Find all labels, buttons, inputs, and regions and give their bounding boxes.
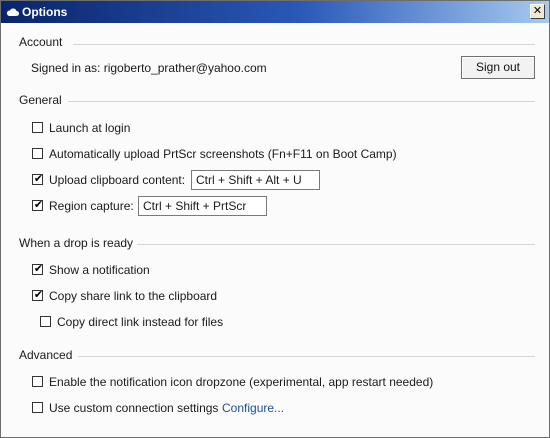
copy-share-link-checkbox[interactable]: ✔ <box>32 288 44 301</box>
region-capture-shortcut-field[interactable] <box>138 196 267 216</box>
notification-dropzone-checkbox[interactable] <box>32 376 43 387</box>
signed-in-label: Signed in as: rigoberto_prather@yahoo.co… <box>31 61 267 75</box>
copy-share-link-label[interactable]: Copy share link to the clipboard <box>49 289 217 303</box>
section-divider <box>73 44 535 45</box>
section-divider <box>137 244 535 245</box>
close-icon: ✕ <box>532 4 543 17</box>
custom-connection-checkbox[interactable] <box>32 402 43 413</box>
notification-dropzone-label[interactable]: Enable the notification icon dropzone (e… <box>49 375 433 389</box>
auto-upload-prtscr-label[interactable]: Automatically upload PrtScr screenshots … <box>49 147 397 161</box>
upload-clipboard-checkbox[interactable]: ✔ <box>32 172 44 185</box>
checkmark-icon: ✔ <box>33 288 44 301</box>
launch-at-login-checkbox[interactable] <box>32 122 43 133</box>
show-notification-label[interactable]: Show a notification <box>49 263 150 277</box>
sign-out-button[interactable]: Sign out <box>461 56 535 79</box>
upload-clipboard-shortcut-field[interactable] <box>191 170 320 190</box>
section-heading-advanced: Advanced <box>19 348 73 362</box>
window-title: Options <box>22 5 68 19</box>
checkmark-icon: ✔ <box>33 198 44 211</box>
checkmark-icon: ✔ <box>33 172 44 185</box>
launch-at-login-label[interactable]: Launch at login <box>49 121 130 135</box>
auto-upload-prtscr-checkbox[interactable] <box>32 148 43 159</box>
copy-direct-link-checkbox[interactable] <box>40 316 51 327</box>
section-heading-account: Account <box>19 35 63 49</box>
title-bar: Options ✕ <box>1 1 549 23</box>
checkmark-icon: ✔ <box>33 262 44 275</box>
region-capture-checkbox[interactable]: ✔ <box>32 198 44 211</box>
section-divider <box>78 356 535 357</box>
copy-direct-link-label[interactable]: Copy direct link instead for files <box>57 315 223 329</box>
section-heading-drop-ready: When a drop is ready <box>19 236 134 250</box>
configure-link[interactable]: Configure... <box>222 401 284 415</box>
cloud-icon <box>6 8 19 16</box>
region-capture-label[interactable]: Region capture: <box>49 199 134 213</box>
show-notification-checkbox[interactable]: ✔ <box>32 262 44 275</box>
custom-connection-label[interactable]: Use custom connection settings <box>49 401 218 415</box>
upload-clipboard-label[interactable]: Upload clipboard content: <box>49 173 185 187</box>
options-window: Options ✕ Account Signed in as: rigobert… <box>0 0 550 438</box>
section-heading-general: General <box>19 93 62 107</box>
close-button[interactable]: ✕ <box>530 4 545 19</box>
section-divider <box>68 101 535 102</box>
